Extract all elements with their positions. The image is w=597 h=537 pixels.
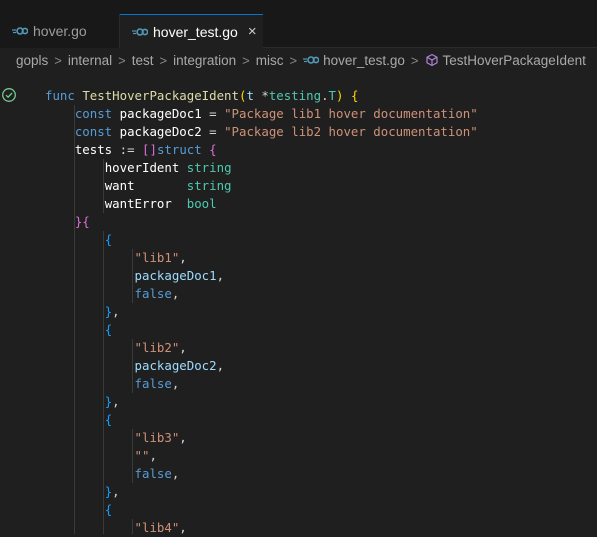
code-line: func TestHoverPackageIdent(t *testing.T)…	[45, 88, 359, 103]
code-line: const packageDoc2 = "Package lib2 hover …	[74, 124, 478, 139]
breadcrumb-item-file[interactable]: hover_test.go	[323, 53, 405, 68]
code-line: {	[104, 322, 113, 337]
code-line: {	[104, 232, 113, 247]
breadcrumb-separator: >	[118, 52, 126, 68]
code-line: packageDoc1,	[134, 268, 225, 283]
close-icon[interactable]: ×	[248, 24, 257, 39]
code-line: "lib2",	[134, 340, 187, 355]
breadcrumb-item-integration[interactable]: integration	[173, 53, 236, 68]
breadcrumb-separator: >	[159, 52, 168, 68]
breadcrumb-separator: >	[410, 52, 419, 68]
breadcrumb-item-test[interactable]: test	[132, 53, 154, 68]
breadcrumb-separator: >	[242, 52, 250, 68]
breadcrumb-item-internal[interactable]: internal	[68, 53, 112, 68]
code-line: wantError bool	[104, 196, 217, 211]
go-file-icon	[303, 55, 320, 65]
code-line: "lib3",	[134, 430, 187, 445]
code-line: {	[104, 412, 113, 427]
code-line: want string	[104, 178, 232, 193]
symbol-method-icon	[425, 53, 439, 67]
breadcrumb: gopls > internal > test > integration > …	[0, 48, 597, 72]
code-line: false,	[134, 466, 180, 481]
code-line: hoverIdent string	[104, 160, 232, 175]
breadcrumb-item-symbol[interactable]: TestHoverPackageIdent	[443, 53, 586, 68]
code-line: false,	[134, 286, 180, 301]
go-file-icon	[12, 26, 28, 36]
code-line: "lib4",	[134, 520, 187, 535]
breadcrumb-separator: >	[54, 52, 62, 68]
tab-label: hover.go	[33, 23, 87, 39]
code-line: const packageDoc1 = "Package lib1 hover …	[74, 106, 478, 121]
tab-bar: hover.go hover_test.go ×	[0, 0, 597, 48]
code-line: }{	[74, 214, 90, 229]
code-line: },	[104, 394, 120, 409]
breadcrumb-item-misc[interactable]: misc	[256, 53, 284, 68]
code-line: "lib1",	[134, 250, 187, 265]
breadcrumb-separator: >	[289, 52, 298, 68]
code-line: "",	[134, 448, 157, 463]
tab-hover-go[interactable]: hover.go	[0, 14, 120, 48]
breadcrumb-item-gopls[interactable]: gopls	[16, 53, 48, 68]
code-line: },	[104, 484, 120, 499]
tab-hover-test-go[interactable]: hover_test.go ×	[120, 14, 263, 48]
code-line: false,	[134, 376, 180, 391]
code-line: },	[104, 304, 120, 319]
code-line: tests := []struct {	[74, 142, 217, 157]
go-file-icon	[132, 27, 148, 37]
code-line: {	[104, 502, 113, 517]
code-editor[interactable]: func TestHoverPackageIdent(t *testing.T)…	[0, 78, 597, 535]
test-passed-icon[interactable]	[1, 87, 17, 106]
code-line: packageDoc2,	[134, 358, 225, 373]
tab-label: hover_test.go	[153, 23, 238, 40]
